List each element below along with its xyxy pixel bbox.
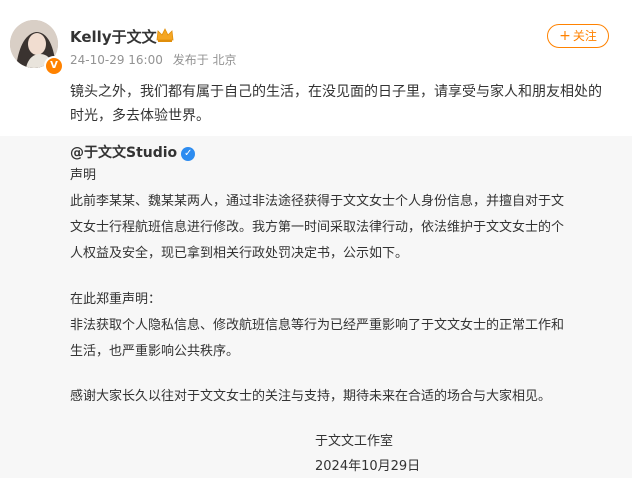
post-source: 发布于 北京 [172,53,237,67]
verified-check-icon: ✓ [181,147,196,161]
follow-button[interactable]: + 关注 [547,24,609,48]
signature: 于文文工作室 [315,434,394,449]
statement-line: 生活，也严重影响公共秩序。 [70,344,240,359]
weibo-post-card: V Kelly于文文 24-10-29 16:00 发布于 北京 + 关注 镜头之… [0,0,632,478]
post-text: 镜头之外，我们都有属于自己的生活，在没见面的日子里，请享受与家人和朋友相处的时光… [70,84,602,124]
statement-heading: 在此郑重声明： [70,292,162,307]
follow-label: 关注 [572,29,597,43]
statement-line: 人权益及安全，现已拿到相关行政处罚决定书，公示如下。 [70,246,409,261]
retweet-author[interactable]: @于文文Studio ✓ [70,142,196,162]
post-meta: 24-10-29 16:00 发布于 北京 [70,51,237,68]
statement-line: 此前李某某、魏某某两人，通过非法途径获得于文文女士个人身份信息，并擅自对于文 [70,194,565,209]
retweet-block[interactable]: @于文文Studio ✓ 声明 此前李某某、魏某某两人，通过非法途径获得于文文女士… [0,136,632,478]
statement-line: 感谢大家长久以往对于文文女士的关注与支持，期待未来在合适的场合与大家相见。 [70,389,552,404]
retweet-author-name[interactable]: @于文文Studio [70,145,177,161]
verified-badge-icon: V [44,56,64,76]
plus-icon: + [559,28,571,44]
username[interactable]: Kelly于文文 [70,26,157,47]
timestamp[interactable]: 24-10-29 16:00 [70,53,163,67]
statement-date: 2024年10月29日 [315,459,421,474]
statement-line: 非法获取个人隐私信息、修改航班信息等行为已经严重影响了于文文女士的正常工作和 [70,318,565,333]
crown-icon [156,28,174,42]
statement-line: 文女士行程航班信息进行修改。我方第一时间采取法律行动，依法维护于文文女士的个 [70,220,565,235]
statement-title: 声明 [70,168,97,183]
